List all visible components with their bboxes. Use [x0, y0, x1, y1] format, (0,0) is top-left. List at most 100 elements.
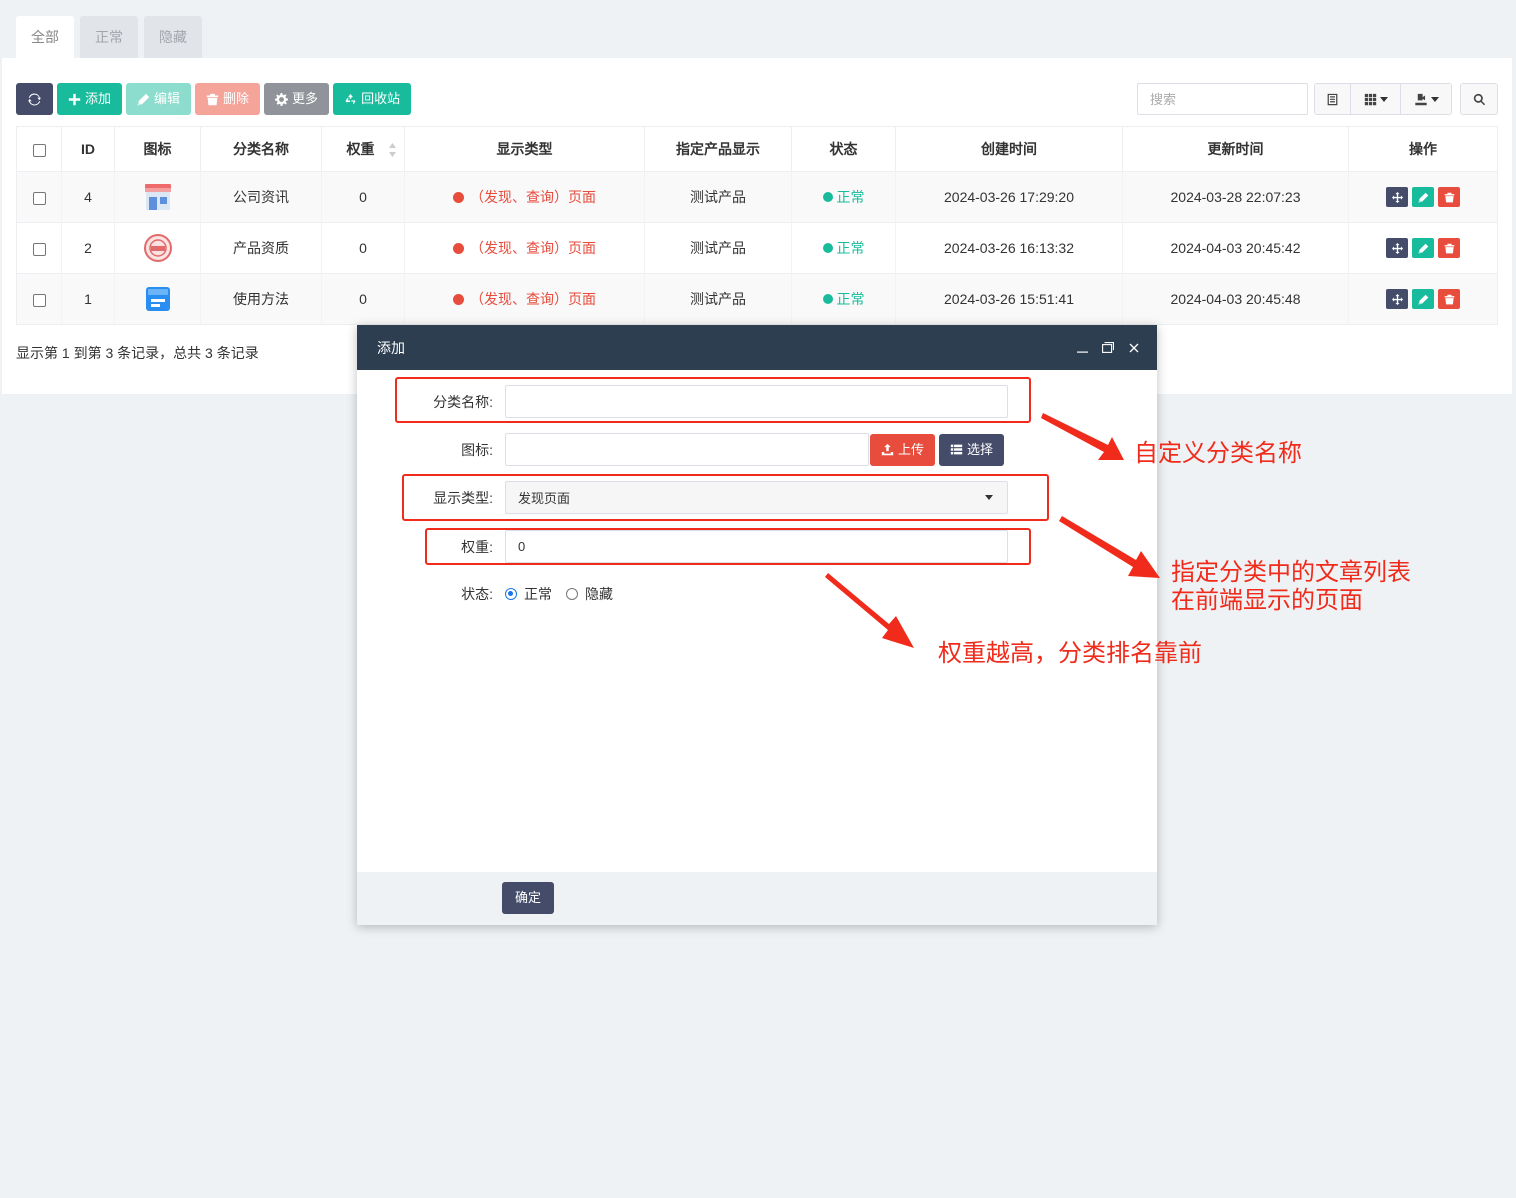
add-button[interactable]: 添加: [57, 83, 123, 115]
row-select-cell: [16, 222, 62, 274]
col-weight[interactable]: 权重: [321, 126, 405, 172]
edit-row-button[interactable]: [1412, 289, 1434, 309]
row-checkbox[interactable]: [32, 191, 46, 205]
refresh-icon: [28, 92, 41, 105]
drag-button[interactable]: [1386, 187, 1408, 207]
status-option-normal[interactable]: 正常: [505, 584, 552, 604]
cell-weight: 0: [321, 273, 405, 325]
icon-label: 图标:: [461, 441, 493, 458]
cell-actions: [1348, 171, 1498, 223]
upload-button[interactable]: 上传: [870, 433, 936, 466]
col-product: 指定产品显示: [644, 126, 792, 172]
status-label: 状态:: [461, 586, 493, 602]
modal-title: 添加: [377, 339, 405, 356]
move-icon: [1391, 242, 1403, 254]
cell-created: 2024-03-26 17:29:20: [895, 171, 1123, 223]
close-icon[interactable]: [1127, 341, 1141, 355]
tab-all[interactable]: 全部: [16, 16, 74, 58]
move-icon: [1391, 293, 1403, 305]
pagination-summary: 显示第 1 到第 3 条记录，总共 3 条记录: [16, 345, 259, 361]
choose-button[interactable]: 选择: [939, 433, 1005, 466]
red-dot-icon: [453, 293, 464, 305]
status-text: 正常: [836, 189, 865, 205]
minimize-icon[interactable]: [1075, 341, 1089, 355]
pencil-icon: [1418, 243, 1428, 253]
choose-button-label: 选择: [967, 441, 994, 457]
display-type-text: （发现、查询）页面: [470, 240, 596, 256]
modal-footer: 确定: [357, 872, 1157, 925]
radio-unchecked-icon: [566, 588, 578, 600]
delete-row-button[interactable]: [1438, 238, 1460, 258]
maximize-icon[interactable]: [1101, 341, 1115, 355]
cell-weight: 0: [321, 171, 405, 223]
table-tools: [1137, 83, 1498, 115]
cell-name: 公司资讯: [200, 171, 322, 223]
select-all-cell: [16, 126, 62, 172]
row-checkbox[interactable]: [32, 293, 46, 307]
stamp-seal-icon: [143, 234, 172, 262]
status-row: 状态: 正常 隐藏: [387, 584, 613, 604]
edit-button[interactable]: 编辑: [126, 83, 192, 115]
upload-icon: [881, 443, 894, 456]
col-display-type: 显示类型: [404, 126, 645, 172]
delete-button[interactable]: 删除: [195, 83, 261, 115]
cell-status: 正常: [791, 171, 896, 223]
green-dot-icon: [822, 243, 833, 253]
highlight-name-field: [395, 377, 1031, 423]
cell-id: 2: [61, 222, 115, 274]
select-all-checkbox[interactable]: [32, 143, 46, 157]
more-button[interactable]: 更多: [264, 83, 330, 115]
cell-product: 测试产品: [644, 222, 792, 274]
cell-created: 2024-03-26 16:13:32: [895, 222, 1123, 274]
display-type-text: （发现、查询）页面: [470, 189, 596, 205]
refresh-button[interactable]: [16, 83, 53, 115]
edit-row-button[interactable]: [1412, 238, 1434, 258]
cell-display-type: （发现、查询）页面: [404, 171, 645, 223]
icon-row: 图标: 上传 选择: [387, 433, 1005, 466]
cell-actions: [1348, 273, 1498, 325]
tab-hidden[interactable]: 隐藏: [144, 16, 202, 58]
table-header-row: ID 图标 分类名称 权重 显示类型 指定产品显示 状态 创建时间 更新时间 操…: [16, 126, 1498, 172]
delete-row-button[interactable]: [1438, 187, 1460, 207]
drag-button[interactable]: [1386, 238, 1408, 258]
table-row: 1 使用方法 0 （发现、查询）页面 测试产品 正常 2024-03-26 15…: [16, 273, 1498, 325]
export-icon: [1414, 93, 1427, 105]
status-text: 正常: [836, 291, 865, 307]
list-view-icon: [1327, 93, 1338, 105]
recycle-button-label: 回收站: [361, 91, 401, 106]
chevron-down-icon: [1430, 96, 1439, 102]
note-custom-name: 自定义分类名称: [1134, 439, 1302, 467]
view-tools: [1314, 83, 1452, 115]
gear-icon: [275, 92, 289, 106]
recycle-bin-button[interactable]: 回收站: [333, 83, 412, 115]
grid-icon: [1364, 93, 1376, 105]
row-checkbox[interactable]: [32, 242, 46, 256]
confirm-button[interactable]: 确定: [502, 882, 555, 914]
search-button[interactable]: [1460, 83, 1498, 115]
icon-input[interactable]: [505, 433, 869, 466]
cell-name: 使用方法: [200, 273, 322, 325]
status-tabs: 全部 正常 隐藏: [16, 16, 202, 58]
trash-icon: [1444, 243, 1454, 253]
cell-name: 产品资质: [200, 222, 322, 274]
columns-button[interactable]: [1351, 84, 1401, 114]
display-type-text: （发现、查询）页面: [470, 291, 596, 307]
toolbar: 添加 编辑 删除 更多 回收站: [16, 83, 412, 115]
note-weight: 权重越高，分类排名靠前: [938, 639, 1202, 667]
status-text: 正常: [836, 240, 865, 256]
col-name: 分类名称: [200, 126, 322, 172]
search-input[interactable]: [1137, 83, 1308, 115]
export-button[interactable]: [1401, 84, 1451, 114]
highlight-weight-field: [425, 528, 1031, 565]
status-option-hidden[interactable]: 隐藏: [566, 584, 613, 604]
edit-row-button[interactable]: [1412, 187, 1434, 207]
delete-row-button[interactable]: [1438, 289, 1460, 309]
tab-normal[interactable]: 正常: [80, 16, 138, 58]
cell-created: 2024-03-26 15:51:41: [895, 273, 1123, 325]
drag-button[interactable]: [1386, 289, 1408, 309]
col-updated: 更新时间: [1122, 126, 1349, 172]
trash-icon: [1444, 192, 1454, 202]
delete-button-label: 删除: [223, 91, 250, 106]
cell-updated: 2024-03-28 22:07:23: [1122, 171, 1349, 223]
toggle-view-button[interactable]: [1315, 84, 1351, 114]
